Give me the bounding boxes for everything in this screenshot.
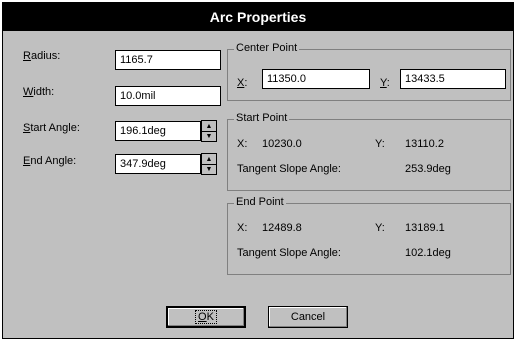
start-y-label: Y:: [375, 138, 385, 150]
start-angle-input[interactable]: 196.1deg: [115, 121, 201, 141]
width-label: Width:: [23, 86, 55, 98]
end-x-label: X:: [237, 222, 248, 234]
start-point-group: Start Point X: 10230.0 Y: 13110.2 Tangen…: [227, 112, 511, 191]
start-y-value: 13110.2: [405, 138, 444, 150]
end-angle-spinner[interactable]: ▲ ▼: [201, 153, 217, 175]
cancel-button[interactable]: Cancel: [268, 306, 348, 328]
center-point-title: Center Point: [234, 42, 300, 54]
spin-down-icon[interactable]: ▼: [202, 131, 216, 141]
dialog-title-bar: Arc Properties: [3, 3, 513, 31]
dialog-title: Arc Properties: [209, 9, 307, 25]
start-slope-value: 253.9deg: [405, 163, 451, 175]
ok-button-label: OK: [195, 310, 217, 324]
radius-input[interactable]: 1165.7: [115, 50, 221, 70]
cancel-button-label: Cancel: [290, 311, 326, 323]
spin-down-icon[interactable]: ▼: [202, 164, 216, 174]
end-slope-value: 102.1deg: [405, 247, 451, 259]
start-angle-spinner[interactable]: ▲ ▼: [201, 120, 217, 142]
end-slope-label: Tangent Slope Angle:: [237, 247, 341, 259]
center-point-group: Center Point X: 11350.0 Y: 13433.5: [227, 42, 511, 101]
end-point-title: End Point: [234, 196, 286, 208]
start-x-value: 10230.0: [262, 138, 302, 150]
start-angle-label: Start Angle:: [23, 122, 80, 134]
center-x-input[interactable]: 11350.0: [262, 69, 370, 89]
start-x-label: X:: [237, 138, 248, 150]
end-point-group: End Point X: 12489.8 Y: 13189.1 Tangent …: [227, 196, 511, 275]
arc-properties-dialog: Arc Properties Radius: 1165.7 Width: 10.…: [2, 2, 514, 339]
start-slope-label: Tangent Slope Angle:: [237, 163, 341, 175]
ok-button[interactable]: OK: [166, 306, 246, 328]
center-y-label: Y:: [380, 77, 390, 89]
end-angle-input[interactable]: 347.9deg: [115, 154, 201, 174]
end-y-value: 13189.1: [405, 222, 445, 234]
end-x-value: 12489.8: [262, 222, 302, 234]
end-angle-label: End Angle:: [23, 155, 77, 167]
width-input[interactable]: 10.0mil: [115, 86, 221, 106]
radius-label: Radius:: [23, 50, 61, 62]
start-point-title: Start Point: [234, 112, 290, 124]
end-y-label: Y:: [375, 222, 385, 234]
center-x-label: X:: [237, 77, 248, 89]
center-y-input[interactable]: 13433.5: [400, 69, 506, 89]
